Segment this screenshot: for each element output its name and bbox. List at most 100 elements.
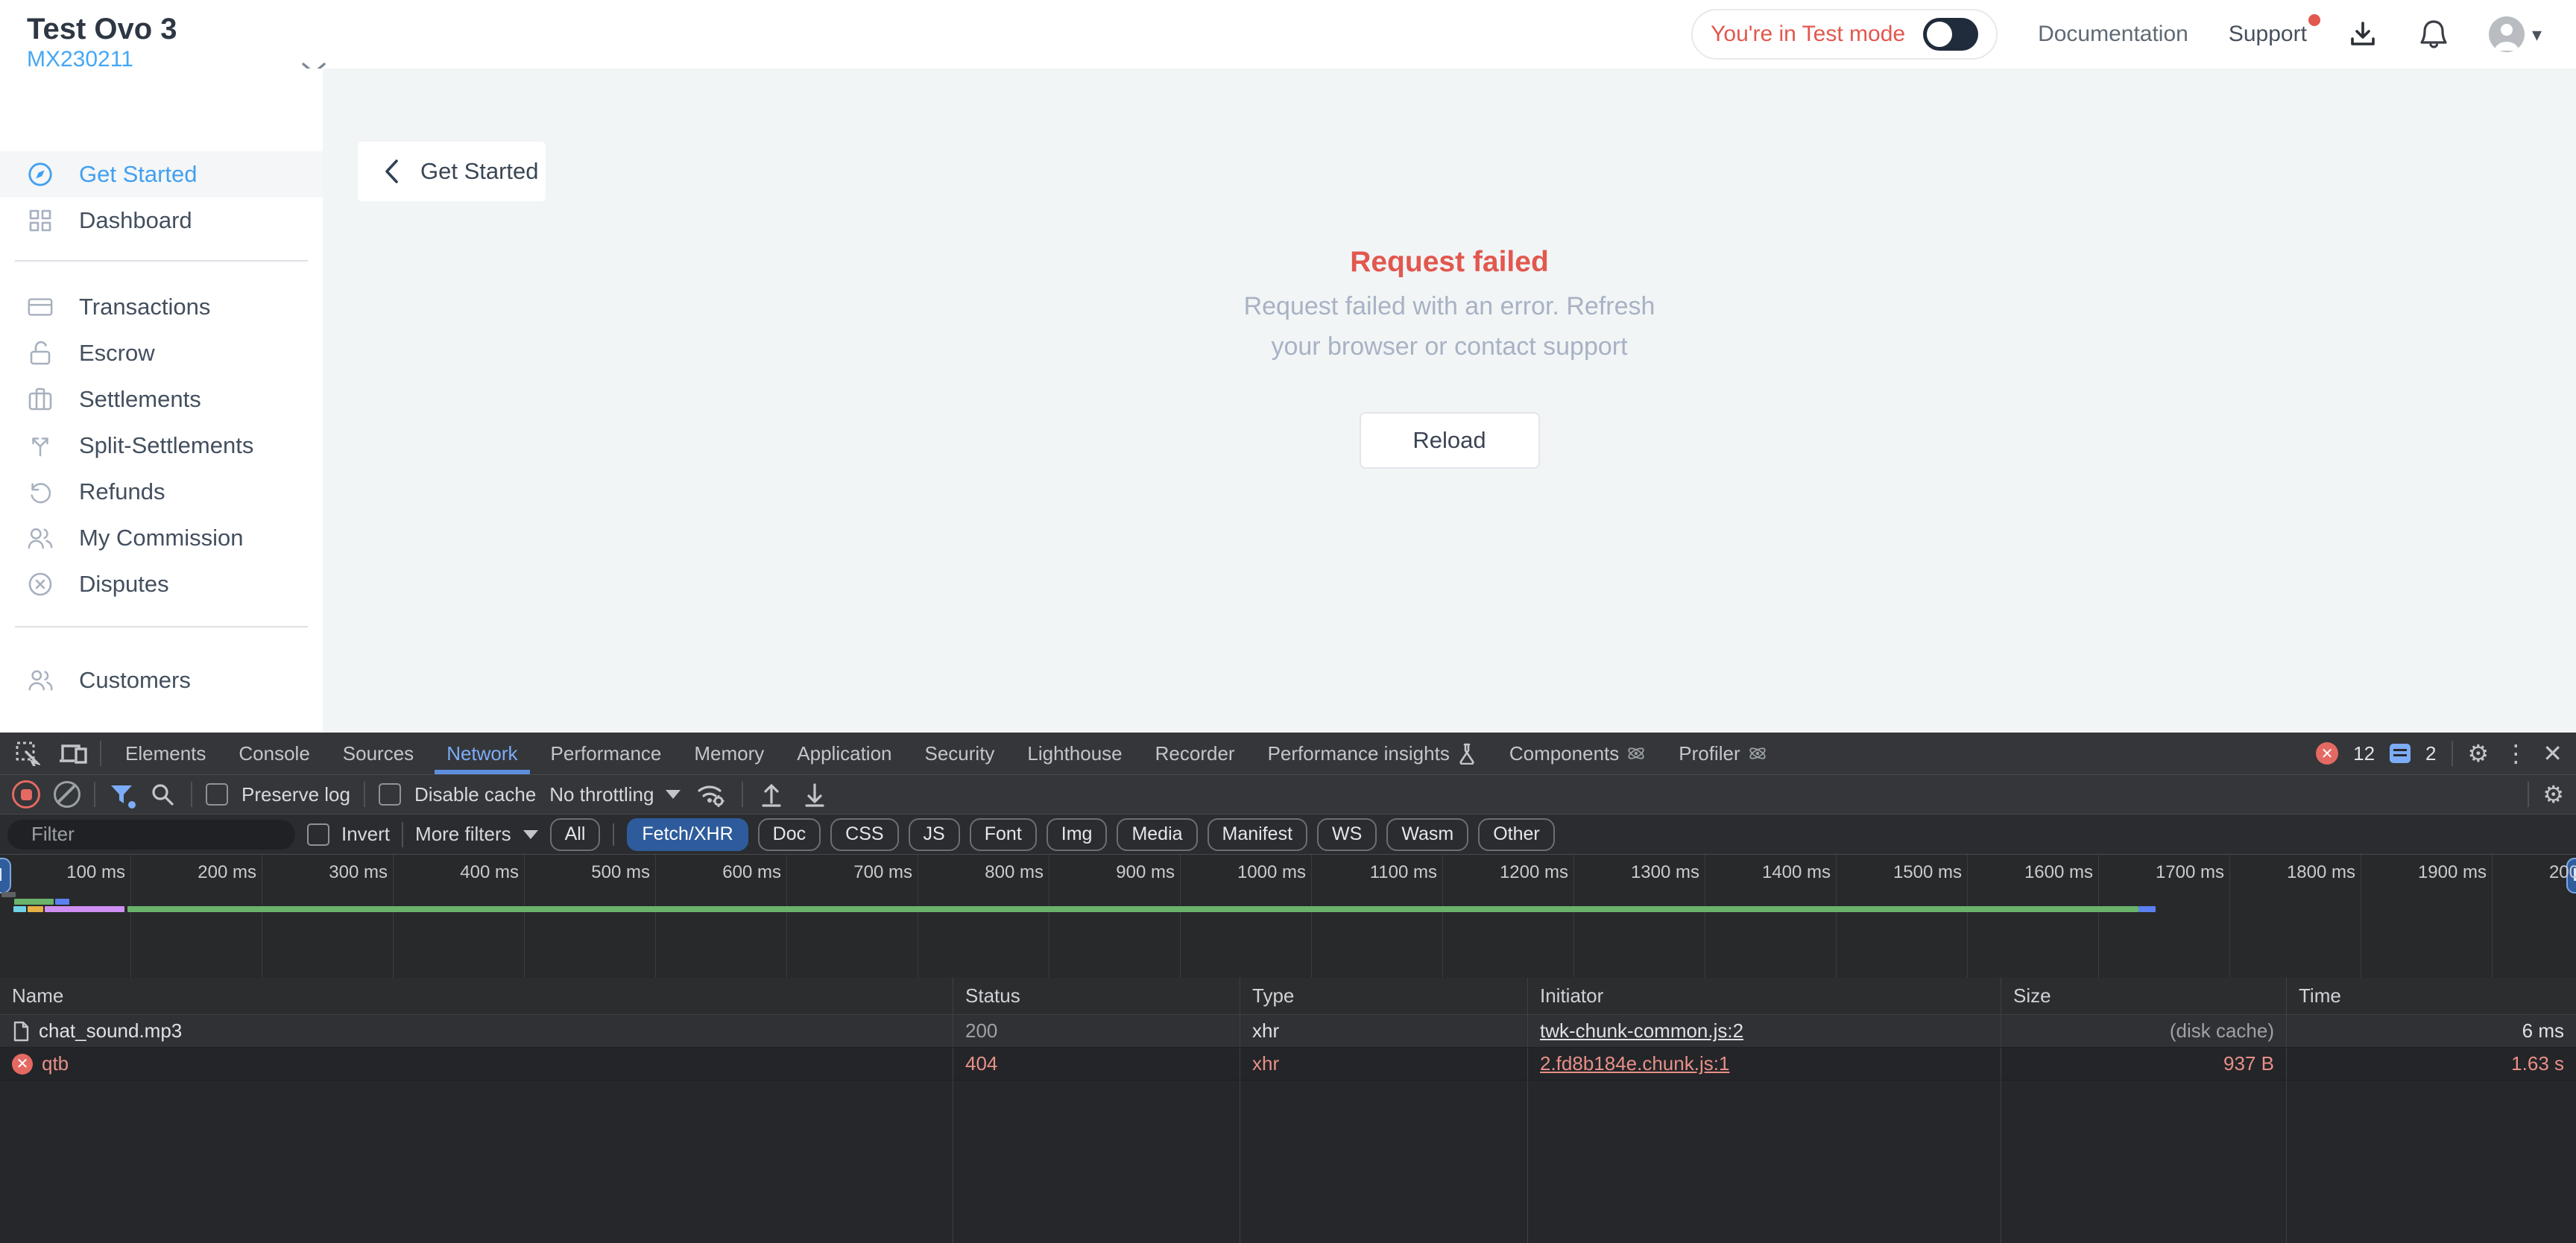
back-button[interactable]: Get Started [358, 142, 546, 201]
sidebar-item-split-settlements[interactable]: Split-Settlements [0, 423, 323, 469]
test-mode-label: You're in Test mode [1711, 22, 1905, 47]
filter-pill-wasm[interactable]: Wasm [1386, 818, 1468, 851]
devtools-tab-sources[interactable]: Sources [326, 733, 430, 774]
devtools-tab-console[interactable]: Console [222, 733, 326, 774]
download-icon[interactable] [2347, 19, 2378, 50]
devtools-tab-security[interactable]: Security [909, 733, 1011, 774]
filter-pill-other[interactable]: Other [1478, 818, 1555, 851]
sidebar-item-my-commission[interactable]: My Commission [0, 515, 323, 561]
network-settings-gear-icon[interactable]: ⚙ [2542, 782, 2564, 806]
column-header-name[interactable]: Name [0, 978, 953, 1014]
filter-pill-all[interactable]: All [550, 818, 601, 851]
documentation-link[interactable]: Documentation [2038, 22, 2188, 47]
device-toolbar-icon[interactable] [54, 737, 94, 770]
network-request-row[interactable]: chat_sound.mp3200xhrtwk-chunk-common.js:… [0, 1015, 2576, 1048]
sidebar-item-escrow[interactable]: Escrow [0, 330, 323, 376]
devtools-tab-performance[interactable]: Performance [534, 733, 678, 774]
timeline-tick-label: 1700 ms [2156, 862, 2230, 883]
sidebar-item-refunds[interactable]: Refunds [0, 469, 323, 515]
support-link[interactable]: Support [2229, 22, 2307, 47]
sidebar-item-transactions[interactable]: Transactions [0, 284, 323, 330]
column-header-time[interactable]: Time [2287, 978, 2576, 1014]
filter-pill-img[interactable]: Img [1046, 818, 1108, 851]
initiator-link[interactable]: 2.fd8b184e.chunk.js:1 [1540, 1052, 1729, 1075]
sidebar-item-settlements[interactable]: Settlements [0, 376, 323, 423]
settings-gear-icon[interactable]: ⚙ [2468, 741, 2490, 765]
filter-toggle-icon[interactable] [109, 782, 134, 807]
filter-input[interactable] [30, 822, 282, 847]
timeline-tick-label: 1300 ms [1631, 862, 1705, 883]
timeline-tick-label: 200 ms [198, 862, 262, 883]
error-count-icon[interactable]: ✕ [2316, 742, 2338, 765]
network-conditions-icon[interactable] [694, 778, 728, 811]
column-header-initiator[interactable]: Initiator [1528, 978, 2001, 1014]
filter-pill-ws[interactable]: WS [1317, 818, 1377, 851]
column-header-size[interactable]: Size [2001, 978, 2287, 1014]
error-count[interactable]: 12 [2353, 742, 2375, 765]
waterfall-bar [28, 906, 43, 912]
inspect-element-icon[interactable] [7, 737, 48, 770]
timeline-tick-label: 600 ms [722, 862, 787, 883]
devtools-tab-components[interactable]: Components [1493, 733, 1662, 774]
waterfall-bar [127, 906, 2138, 912]
initiator-link[interactable]: twk-chunk-common.js:2 [1540, 1019, 1743, 1043]
caret-down-icon [666, 790, 681, 799]
close-devtools-icon[interactable]: ✕ [2542, 741, 2563, 765]
disable-cache-checkbox[interactable] [379, 783, 401, 806]
devtools-tab-memory[interactable]: Memory [678, 733, 780, 774]
throttling-select[interactable]: No throttling [549, 783, 681, 806]
devtools-tab-performance-insights[interactable]: Performance insights [1251, 733, 1493, 774]
timeline-tick-label: 300 ms [329, 862, 394, 883]
account-menu[interactable]: ▾ [2489, 16, 2542, 52]
export-har-icon[interactable] [800, 778, 830, 811]
timeline-tick-label: 1500 ms [1893, 862, 1968, 883]
devtools-tab-network[interactable]: Network [430, 733, 534, 774]
search-icon[interactable] [148, 778, 177, 811]
devtools-tab-elements[interactable]: Elements [109, 733, 222, 774]
invert-checkbox[interactable] [307, 823, 329, 846]
devtools-tab-profiler[interactable]: Profiler [1662, 733, 1783, 774]
bell-icon[interactable] [2419, 18, 2449, 51]
timeline-tick-label: 1400 ms [1762, 862, 1837, 883]
filter-pill-manifest[interactable]: Manifest [1208, 818, 1307, 851]
divider [364, 782, 365, 807]
filter-pill-css[interactable]: CSS [830, 818, 898, 851]
clear-network-log-icon[interactable] [54, 781, 80, 808]
column-header-type[interactable]: Type [1240, 978, 1528, 1014]
sidebar-item-dashboard[interactable]: Dashboard [0, 197, 323, 244]
table-empty-area [0, 1081, 2576, 1243]
filter-pill-doc[interactable]: Doc [758, 818, 821, 851]
filter-pill-media[interactable]: Media [1117, 818, 1197, 851]
kebab-menu-icon[interactable]: ⋮ [2504, 741, 2528, 765]
network-overview-timeline[interactable]: 100 ms200 ms300 ms400 ms500 ms600 ms700 … [0, 855, 2576, 978]
record-network-log-icon[interactable] [12, 780, 40, 809]
filter-pill-fetchxhr[interactable]: Fetch/XHR [627, 818, 748, 851]
filter-pill-font[interactable]: Font [970, 818, 1037, 851]
message-count-icon[interactable] [2390, 744, 2411, 763]
cell-initiator: twk-chunk-common.js:2 [1528, 1015, 2001, 1047]
network-request-row[interactable]: ✕qtb404xhr2.fd8b184e.chunk.js:1937 B1.63… [0, 1048, 2576, 1081]
devtools-tab-lighthouse[interactable]: Lighthouse [1011, 733, 1138, 774]
preserve-log-checkbox[interactable] [206, 783, 228, 806]
sidebar-item-disputes[interactable]: Disputes [0, 561, 323, 607]
overview-left-handle[interactable] [0, 858, 11, 893]
devtools-tab-recorder[interactable]: Recorder [1139, 733, 1251, 774]
sidebar-item-get-started[interactable]: Get Started [0, 151, 323, 197]
sidebar-item-customers[interactable]: Customers [0, 657, 323, 703]
message-count[interactable]: 2 [2425, 742, 2436, 765]
more-filters-button[interactable]: More filters [415, 823, 538, 846]
filter-pill-js[interactable]: JS [909, 818, 960, 851]
divider [2528, 782, 2529, 807]
devtools-tab-application[interactable]: Application [780, 733, 908, 774]
timeline-tick-label: 1200 ms [1500, 862, 1574, 883]
test-mode-toggle[interactable] [1923, 18, 1978, 51]
sidebar: Get StartedDashboard TransactionsEscrowSe… [0, 69, 323, 733]
request-name: chat_sound.mp3 [39, 1019, 182, 1043]
column-header-status[interactable]: Status [953, 978, 1240, 1014]
tab-label: Profiler [1679, 742, 1740, 765]
reload-button[interactable]: Reload [1360, 412, 1540, 469]
import-har-icon[interactable] [757, 778, 786, 811]
sidebar-item-label: My Commission [79, 525, 243, 551]
sidebar-item-label: Disputes [79, 571, 169, 598]
waterfall-bar [13, 906, 27, 912]
